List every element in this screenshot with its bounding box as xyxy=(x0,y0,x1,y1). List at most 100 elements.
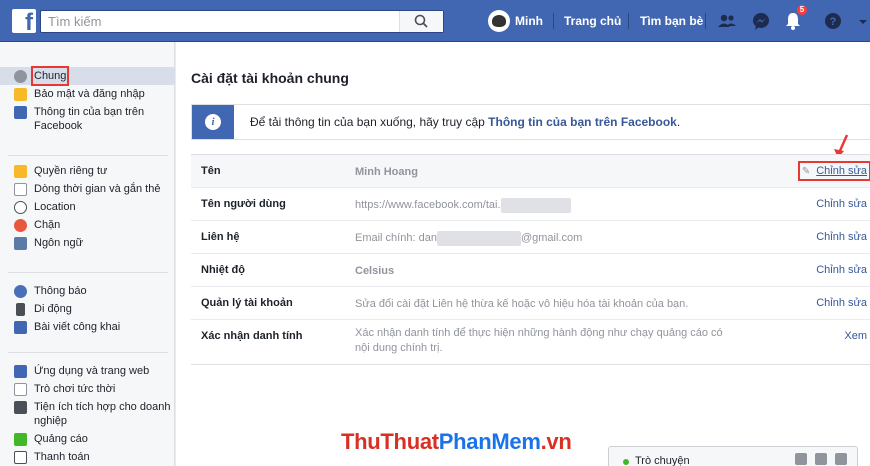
edit-account-management-link[interactable]: Chỉnh sửa xyxy=(816,297,867,309)
profile-link[interactable]: Minh xyxy=(488,10,543,32)
timeline-icon xyxy=(14,183,27,196)
sidebar-divider xyxy=(8,155,168,156)
notification-badge: 5 xyxy=(796,4,808,16)
edit-username-link[interactable]: Chỉnh sửa xyxy=(816,198,867,210)
watermark-part: .vn xyxy=(540,429,572,454)
setting-value: Sửa đổi cài đặt Liên hệ thừa kế hoặc vô … xyxy=(355,298,689,310)
sidebar-divider xyxy=(8,272,168,273)
sidebar-item-general[interactable]: Chung xyxy=(0,66,175,86)
language-icon xyxy=(14,237,27,250)
setting-value: https://www.facebook.com/tai.. xyxy=(355,198,735,213)
compose-icon[interactable] xyxy=(795,453,807,465)
your-facebook-info-link[interactable]: Thông tin của bạn trên Facebook xyxy=(488,115,677,129)
settings-row-identity: Xác nhận danh tính Xác nhận danh tính để… xyxy=(191,319,870,365)
find-friends-link[interactable]: Tìm bạn bè xyxy=(640,14,703,28)
settings-row-temperature: Nhiệt độ Celsius Chỉnh sửa xyxy=(191,253,870,286)
search-button[interactable] xyxy=(399,11,443,32)
top-navigation-bar: f Minh Trang chủ Tìm bạn bè 5 ? xyxy=(0,0,870,42)
gear-icon xyxy=(14,70,27,83)
group-chat-icon[interactable] xyxy=(815,453,827,465)
sidebar-item-location[interactable]: Location xyxy=(0,198,175,216)
view-identity-link[interactable]: Xem xyxy=(844,330,867,342)
sidebar-item-label: Thông báo xyxy=(34,285,87,297)
info-icon: i xyxy=(205,114,221,130)
help-icon[interactable]: ? xyxy=(822,10,844,32)
sidebar-item-privacy[interactable]: Quyền riêng tư xyxy=(0,162,175,180)
settings-row-contact: Liên hệ Email chính: dan.@gmail.com Chỉn… xyxy=(191,220,870,253)
settings-row-account-management: Quản lý tài khoản Sửa đổi cài đặt Liên h… xyxy=(191,286,870,319)
sidebar-item-label: Ngôn ngữ xyxy=(34,237,83,249)
settings-row-name: Tên Minh Hoang ✎ Chỉnh sửa xyxy=(191,154,870,187)
info-text: Để tải thông tin của bạn xuống, hãy truy… xyxy=(250,115,489,129)
gear-icon[interactable] xyxy=(835,453,847,465)
sidebar-item-label: Bảo mật và đăng nhập xyxy=(34,88,145,100)
rss-icon xyxy=(14,321,27,334)
sidebar-item-label: Dòng thời gian và gắn thẻ xyxy=(34,183,161,195)
home-link[interactable]: Trang chủ xyxy=(564,14,621,28)
svg-text:?: ? xyxy=(830,16,837,28)
settings-row-username: Tên người dùng https://www.facebook.com/… xyxy=(191,187,870,220)
info-suffix: . xyxy=(676,115,681,129)
sidebar-item-public-posts[interactable]: Bài viết công khai xyxy=(0,318,175,336)
sidebar-item-security[interactable]: Bảo mật và đăng nhập xyxy=(0,85,175,103)
sidebar-item-notifications[interactable]: Thông báo xyxy=(0,282,175,300)
friend-requests-icon[interactable] xyxy=(716,10,738,32)
game-icon xyxy=(14,383,27,396)
username-url: https://www.facebook.com/tai. xyxy=(355,199,501,211)
info-icon-container: i xyxy=(192,105,234,139)
redacted-text: . xyxy=(500,198,571,213)
apps-icon xyxy=(14,365,27,378)
sidebar-item-label: Di động xyxy=(34,303,72,315)
edit-contact-link[interactable]: Chỉnh sửa xyxy=(816,231,867,243)
edit-label: Chỉnh sửa xyxy=(816,165,867,177)
sidebar-group-apps: Ứng dụng và trang web Trò chơi tức thời … xyxy=(0,362,175,466)
business-icon xyxy=(14,401,27,414)
email-suffix: @gmail.com xyxy=(520,232,583,244)
ads-icon xyxy=(14,433,27,446)
online-status-icon xyxy=(623,459,629,465)
nav-divider xyxy=(705,13,706,29)
sidebar-group-privacy: Quyền riêng tư Dòng thời gian và gắn thẻ… xyxy=(0,162,175,252)
chat-bar[interactable]: Trò chuyện xyxy=(608,446,858,466)
sidebar-item-timeline[interactable]: Dòng thời gian và gắn thẻ xyxy=(0,180,175,198)
sidebar-item-instant-games[interactable]: Trò chơi tức thời xyxy=(0,380,175,398)
email-prefix: Email chính: dan xyxy=(355,232,437,244)
setting-value: Minh Hoang xyxy=(355,166,418,178)
sidebar-item-payments[interactable]: Thanh toán xyxy=(0,448,175,466)
sidebar-item-mobile[interactable]: Di động xyxy=(0,300,175,318)
sidebar-divider xyxy=(8,352,168,353)
sidebar-item-label: Chặn xyxy=(34,219,61,231)
page-title: Cài đặt tài khoản chung xyxy=(191,70,349,86)
sidebar-item-label: Thông tin của bạn trên Facebook xyxy=(34,106,145,132)
globe-icon xyxy=(14,285,27,298)
search-input[interactable] xyxy=(41,11,405,32)
chat-actions xyxy=(795,453,847,465)
chevron-down-icon[interactable] xyxy=(856,10,870,32)
sidebar-item-language[interactable]: Ngôn ngữ xyxy=(0,234,175,252)
edit-temperature-link[interactable]: Chỉnh sửa xyxy=(816,264,867,276)
setting-label: Tên người dùng xyxy=(201,198,286,210)
facebook-icon xyxy=(14,106,27,119)
sidebar-item-blocking[interactable]: Chặn xyxy=(0,216,175,234)
sidebar-item-your-info[interactable]: Thông tin của bạn trên Facebook xyxy=(0,103,175,135)
messenger-icon[interactable] xyxy=(750,10,772,32)
profile-name: Minh xyxy=(515,14,543,28)
sidebar-item-apps[interactable]: Ứng dụng và trang web xyxy=(0,362,175,380)
sidebar-item-label: Bài viết công khai xyxy=(34,321,121,333)
setting-label: Tên xyxy=(201,165,221,177)
lock-icon xyxy=(14,165,27,178)
info-banner: i Để tải thông tin của bạn xuống, hãy tr… xyxy=(191,104,870,140)
redacted-text: . xyxy=(436,231,521,246)
sidebar-item-business-integrations[interactable]: Tiện ích tích hợp cho doanh nghiệp xyxy=(0,398,175,430)
sidebar-item-label: Chung xyxy=(30,66,70,86)
pencil-icon: ✎ xyxy=(801,166,811,177)
facebook-logo[interactable]: f xyxy=(12,9,36,35)
setting-label: Liên hệ xyxy=(201,231,240,243)
sidebar-item-label: Quyền riêng tư xyxy=(34,165,108,177)
nav-divider xyxy=(628,13,629,29)
settings-main-panel: Cài đặt tài khoản chung i Để tải thông t… xyxy=(176,42,870,466)
sidebar-item-ads[interactable]: Quảng cáo xyxy=(0,430,175,448)
chat-label: Trò chuyện xyxy=(635,455,690,466)
edit-name-link[interactable]: ✎ Chỉnh sửa xyxy=(797,161,870,181)
search-icon xyxy=(414,14,428,28)
